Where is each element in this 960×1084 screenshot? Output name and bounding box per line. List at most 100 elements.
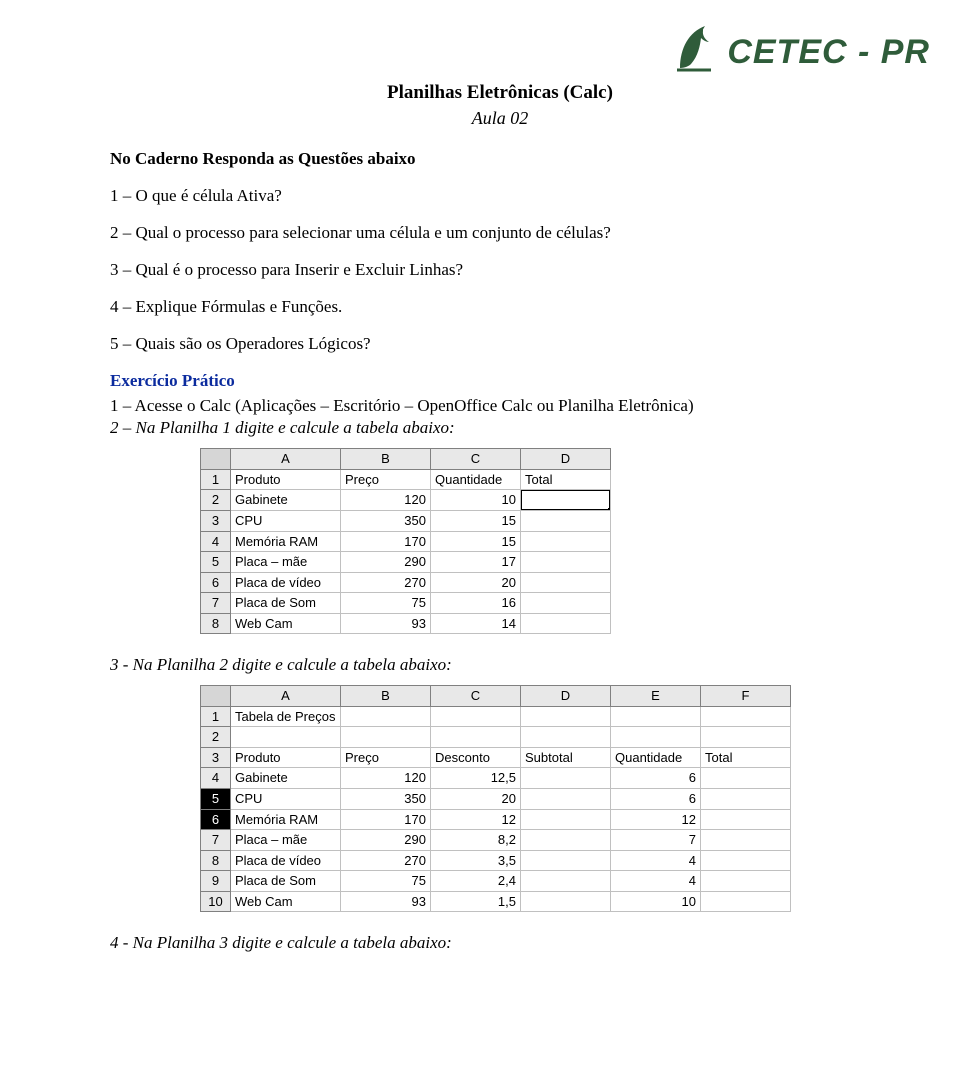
row-header: 8 [201,613,231,634]
cell: CPU [231,788,341,809]
cell: 15 [431,511,521,532]
question-4: 4 – Explique Fórmulas e Funções. [110,296,890,319]
cell [521,531,611,552]
row-header: 6 [201,809,231,830]
cell: 290 [341,552,431,573]
cell [521,768,611,789]
cell: Total [521,469,611,490]
cell [521,613,611,634]
cell [521,552,611,573]
cell [521,490,611,511]
cell [701,706,791,727]
cell [611,706,701,727]
cell [521,809,611,830]
cell: 120 [341,768,431,789]
column-header-b: B [341,449,431,470]
cell [521,850,611,871]
cell: 12 [431,809,521,830]
cell: 170 [341,531,431,552]
cell: Placa – mãe [231,552,341,573]
cell: 2,4 [431,871,521,892]
cell: Produto [231,469,341,490]
cell: CPU [231,511,341,532]
cell [521,706,611,727]
cell: 6 [611,768,701,789]
cell [701,809,791,830]
cell: 7 [611,830,701,851]
cell: 15 [431,531,521,552]
cell [701,850,791,871]
cell [611,727,701,748]
cell: 290 [341,830,431,851]
spreadsheet-1-screenshot: ABCD1ProdutoPreçoQuantidadeTotal2Gabinet… [200,448,890,634]
column-header-c: C [431,686,521,707]
questions-heading: No Caderno Responda as Questões abaixo [110,148,890,171]
row-header: 7 [201,830,231,851]
cell: Memória RAM [231,809,341,830]
cell [521,871,611,892]
row-header: 2 [201,490,231,511]
question-3: 3 – Qual é o processo para Inserir e Exc… [110,259,890,282]
cell [341,706,431,727]
question-5: 5 – Quais são os Operadores Lógicos? [110,333,890,356]
cell [431,727,521,748]
cell: Placa de Som [231,593,341,614]
cell: 8,2 [431,830,521,851]
column-header-e: E [611,686,701,707]
column-header-a: A [231,449,341,470]
cell: 12,5 [431,768,521,789]
row-header: 10 [201,891,231,912]
cell: Quantidade [431,469,521,490]
cell: 16 [431,593,521,614]
cell: Total [701,747,791,768]
cell: 6 [611,788,701,809]
column-header-d: D [521,686,611,707]
cell: Subtotal [521,747,611,768]
column-header-f: F [701,686,791,707]
cell [431,706,521,727]
cell: Desconto [431,747,521,768]
cell: Placa de vídeo [231,572,341,593]
cell: 20 [431,788,521,809]
column-header-b: B [341,686,431,707]
logo: CETEC - PR [665,20,930,76]
cell: 4 [611,871,701,892]
exercise-step-2: 2 – Na Planilha 1 digite e calcule a tab… [110,417,890,440]
cell [701,830,791,851]
cell: 4 [611,850,701,871]
cell [521,891,611,912]
cell [701,788,791,809]
row-header: 7 [201,593,231,614]
bird-icon [665,20,721,76]
row-header: 4 [201,768,231,789]
row-header: 4 [201,531,231,552]
corner-cell [201,449,231,470]
cell [231,727,341,748]
corner-cell [201,686,231,707]
cell [701,871,791,892]
cell [701,768,791,789]
cell: 350 [341,788,431,809]
page-title: Planilhas Eletrônicas (Calc) [110,80,890,106]
cell [701,891,791,912]
column-header-d: D [521,449,611,470]
exercise-heading: Exercício Prático [110,370,890,393]
row-header: 1 [201,469,231,490]
row-header: 3 [201,747,231,768]
row-header: 3 [201,511,231,532]
exercise-step-3: 3 - Na Planilha 2 digite e calcule a tab… [110,654,890,677]
cell: 10 [431,490,521,511]
cell [341,727,431,748]
cell [521,511,611,532]
cell: Preço [341,747,431,768]
title-block: Planilhas Eletrônicas (Calc) Aula 02 [110,80,890,130]
exercise-step-4: 4 - Na Planilha 3 digite e calcule a tab… [110,932,890,955]
cell: Gabinete [231,768,341,789]
cell: 75 [341,871,431,892]
row-header: 8 [201,850,231,871]
cell: 17 [431,552,521,573]
cell: Preço [341,469,431,490]
cell: 270 [341,572,431,593]
cell: Placa – mãe [231,830,341,851]
cell: Produto [231,747,341,768]
